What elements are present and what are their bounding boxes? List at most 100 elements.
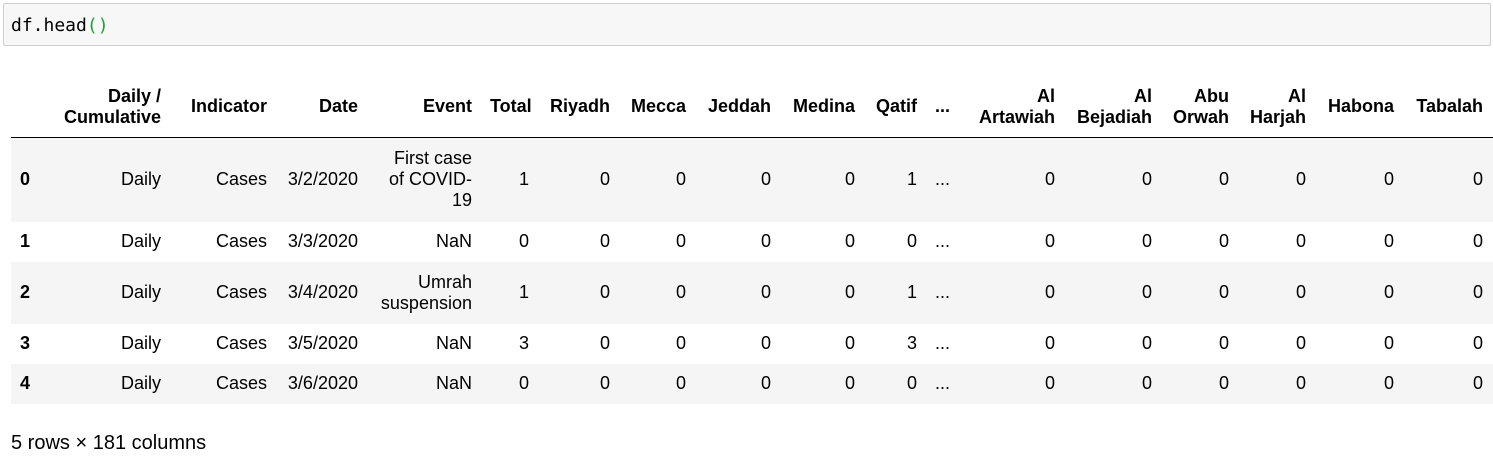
table-cell: 0 [1472, 231, 1483, 251]
table-cell: 0 [1218, 333, 1229, 353]
table-cell: 1 [518, 169, 529, 190]
row-index: 4 [20, 373, 31, 393]
row-column-count: 5 rows × 181 columns [11, 432, 207, 454]
table-cell: Daily [120, 169, 161, 190]
table-cell: NaN [435, 373, 472, 393]
column-header: Habona [1315, 76, 1403, 138]
table-cell: 0 [1218, 231, 1229, 251]
table-cell: Cases [215, 373, 267, 393]
column-header: Al Artawiah [956, 76, 1064, 138]
table-cell: 0 [1044, 282, 1055, 302]
column-header: Indicator [170, 76, 276, 138]
table-cell: 0 [1218, 282, 1229, 302]
table-cell: 3 [518, 333, 529, 353]
table-cell: NaN [435, 333, 472, 353]
table-cell: 0 [1218, 169, 1229, 190]
table-cell: 0 [675, 373, 686, 393]
table-cell: 0 [599, 169, 610, 190]
column-header: Qatif [864, 76, 926, 138]
column-header: Daily / Cumulative [47, 76, 170, 138]
table-cell: Daily [120, 231, 161, 251]
table-cell: 0 [1383, 282, 1394, 302]
table-cell: 0 [906, 231, 917, 251]
column-header: Al Bejadiah [1064, 76, 1161, 138]
dataframe-table: Daily / Cumulative Indicator Date Event … [11, 76, 1493, 404]
table-cell: Cases [215, 333, 267, 353]
column-header: Al Harjah [1238, 76, 1315, 138]
table-cell: 0 [1141, 169, 1152, 190]
table-cell: 0 [1141, 333, 1152, 353]
code-text: df.head [11, 15, 87, 36]
table-cell: 3/4/2020 [287, 282, 358, 302]
column-header: Date [276, 76, 367, 138]
table-cell: 1 [906, 282, 917, 302]
table-cell: Daily [120, 333, 161, 353]
table-cell: Daily [120, 373, 161, 393]
table-cell: 0 [1141, 373, 1152, 393]
row-index: 1 [20, 231, 31, 251]
table-cell: 0 [906, 373, 917, 393]
row-index: 0 [20, 169, 31, 190]
table-cell: 0 [844, 373, 855, 393]
table-cell: 0 [760, 169, 771, 190]
table-cell: First case of COVID-19 [388, 148, 472, 211]
table-cell: 0 [760, 282, 771, 302]
table-cell: 0 [599, 282, 610, 302]
table-cell: 0 [844, 333, 855, 353]
table-cell: 0 [1472, 333, 1483, 353]
table-cell: 0 [675, 333, 686, 353]
table-cell: 0 [518, 373, 529, 393]
table-cell: 0 [1383, 333, 1394, 353]
table-cell: 0 [1044, 231, 1055, 251]
header-row: Daily / Cumulative Indicator Date Event … [11, 76, 1493, 138]
row-index: 2 [20, 282, 31, 302]
table-cell: 1 [906, 169, 917, 190]
table-cell: 3 [906, 333, 917, 353]
table-cell: 3/2/2020 [287, 169, 358, 190]
table-cell: 0 [1472, 169, 1483, 190]
table-cell: 0 [599, 231, 610, 251]
table-cell: Umrah suspension [380, 271, 472, 313]
table-cell: 0 [1295, 169, 1306, 190]
table-cell: NaN [435, 231, 472, 251]
column-header: Event [367, 76, 481, 138]
table-cell: 0 [1383, 231, 1394, 251]
table-cell: 3/6/2020 [287, 373, 358, 393]
table-cell-ellipsis: ... [935, 373, 951, 393]
table-cell: Cases [215, 231, 267, 251]
table-cell: Cases [215, 169, 267, 190]
table-cell: 0 [518, 231, 529, 251]
table-row: 4 Daily Cases 3/6/2020 NaN 0 0 0 0 0 0 .… [11, 363, 1493, 404]
table-row: 3 Daily Cases 3/5/2020 NaN 3 0 0 0 0 3 .… [11, 323, 1493, 364]
column-header: Mecca [619, 76, 695, 138]
table-cell: 0 [675, 231, 686, 251]
table-cell: 0 [1044, 373, 1055, 393]
table-cell: 0 [1295, 282, 1306, 302]
table-cell: 0 [760, 373, 771, 393]
table-cell: 3/3/2020 [287, 231, 358, 251]
table-cell: 0 [1472, 373, 1483, 393]
table-cell-ellipsis: ... [935, 282, 951, 302]
code-cell-input[interactable]: df.head() [3, 3, 1491, 46]
code-close-paren: ) [97, 15, 109, 36]
column-header [11, 76, 47, 138]
table-cell-ellipsis: ... [935, 333, 951, 353]
table-row: 1 Daily Cases 3/3/2020 NaN 0 0 0 0 0 0 .… [11, 221, 1493, 262]
table-cell: 0 [1295, 231, 1306, 251]
table-cell: 0 [760, 231, 771, 251]
table-cell: 1 [518, 282, 529, 302]
table-row: 0 Daily Cases 3/2/2020 First case of COV… [11, 137, 1493, 222]
column-header: Total [481, 76, 538, 138]
column-header: Medina [780, 76, 864, 138]
table-cell: 0 [675, 282, 686, 302]
column-header: Riyadh [538, 76, 619, 138]
table-cell: 0 [1295, 373, 1306, 393]
table-cell: 0 [599, 373, 610, 393]
table-cell: Daily [120, 282, 161, 302]
dataframe-output: Daily / Cumulative Indicator Date Event … [11, 76, 1493, 404]
table-cell: 0 [1472, 282, 1483, 302]
table-cell: 0 [599, 333, 610, 353]
column-header: Jeddah [695, 76, 780, 138]
column-header-ellipsis: ... [926, 76, 956, 138]
table-cell: 0 [1383, 373, 1394, 393]
